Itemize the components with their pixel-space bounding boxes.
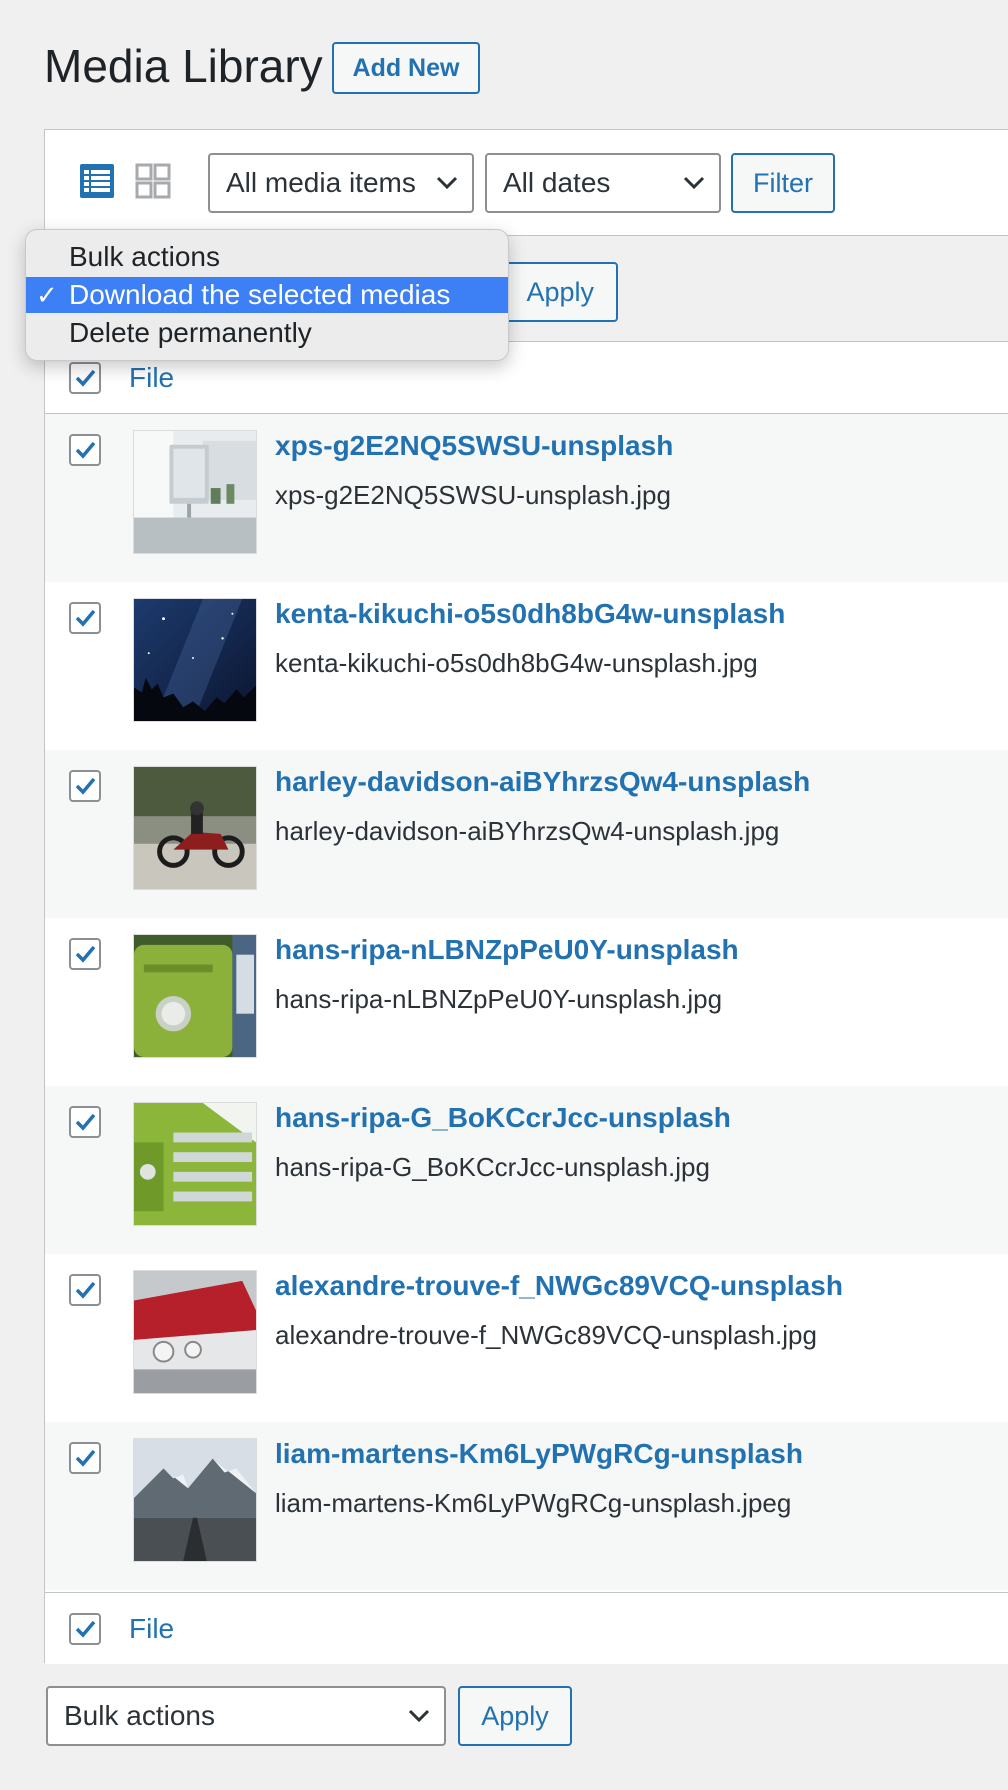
row-checkbox[interactable] bbox=[69, 434, 101, 466]
table-row: harley-davidson-aiBYhrzsQw4-unsplash harl… bbox=[45, 750, 1008, 918]
apply-button-bottom[interactable]: Apply bbox=[458, 1686, 572, 1746]
page-title: Media Library bbox=[44, 40, 323, 92]
table-row: hans-ripa-nLBNZpPeU0Y-unsplash hans-ripa-… bbox=[45, 918, 1008, 1086]
list-view-icon[interactable] bbox=[79, 163, 115, 199]
date-select[interactable]: All dates bbox=[485, 153, 721, 213]
media-type-select-value: All media items bbox=[226, 167, 416, 198]
row-checkbox[interactable] bbox=[69, 602, 101, 634]
select-all-checkbox-footer[interactable] bbox=[69, 1613, 101, 1645]
media-filename: alexandre-trouve-f_NWGc89VCQ-unsplash.jp… bbox=[275, 1320, 817, 1350]
bulk-actions-dropdown-menu: Bulk actions ✓ Download the selected med… bbox=[25, 229, 509, 361]
media-thumbnail[interactable] bbox=[133, 1438, 257, 1562]
row-checkbox[interactable] bbox=[69, 1274, 101, 1306]
media-thumbnail[interactable] bbox=[133, 430, 257, 554]
media-title-link[interactable]: hans-ripa-nLBNZpPeU0Y-unsplash bbox=[275, 934, 739, 966]
checkmark-icon: ✓ bbox=[36, 280, 58, 310]
table-row: xps-g2E2NQ5SWSU-unsplash xps-g2E2NQ5SWSU-… bbox=[45, 414, 1008, 582]
column-file-sort-link-footer[interactable]: File bbox=[129, 1613, 174, 1645]
apply-button-top[interactable]: Apply bbox=[490, 262, 618, 322]
table-row: liam-martens-Km6LyPWgRCg-unsplash liam-ma… bbox=[45, 1422, 1008, 1590]
filter-button[interactable]: Filter bbox=[731, 153, 835, 213]
media-thumbnail[interactable] bbox=[133, 766, 257, 890]
bulk-option-delete-permanently[interactable]: Delete permanently bbox=[26, 315, 508, 351]
media-title-link[interactable]: liam-martens-Km6LyPWgRCg-unsplash bbox=[275, 1438, 803, 1470]
chevron-down-icon bbox=[408, 1709, 430, 1723]
bulk-option-label: Bulk actions bbox=[69, 241, 220, 272]
bulk-option-label: Download the selected medias bbox=[69, 279, 451, 310]
bulk-option-bulk-actions[interactable]: Bulk actions bbox=[26, 239, 508, 275]
media-thumbnail[interactable] bbox=[133, 1270, 257, 1394]
add-new-button[interactable]: Add New bbox=[332, 42, 480, 94]
row-checkbox[interactable] bbox=[69, 938, 101, 970]
media-type-select[interactable]: All media items bbox=[208, 153, 474, 213]
media-filename: hans-ripa-G_BoKCcrJcc-unsplash.jpg bbox=[275, 1152, 710, 1182]
bulk-actions-select-value: Bulk actions bbox=[64, 1700, 215, 1731]
table-row: alexandre-trouve-f_NWGc89VCQ-unsplashale… bbox=[45, 1254, 1008, 1422]
media-filename: liam-martens-Km6LyPWgRCg-unsplash.jpeg bbox=[275, 1488, 792, 1518]
select-all-checkbox[interactable] bbox=[69, 362, 101, 394]
table-footer: File bbox=[45, 1592, 1008, 1664]
media-thumbnail[interactable] bbox=[133, 1102, 257, 1226]
media-title-link[interactable]: kenta-kikuchi-o5s0dh8bG4w-unsplash bbox=[275, 598, 785, 630]
chevron-down-icon bbox=[683, 176, 705, 190]
media-title-link[interactable]: alexandre-trouve-f_NWGc89VCQ-unsplash bbox=[275, 1270, 843, 1302]
media-title-link[interactable]: hans-ripa-G_BoKCcrJcc-unsplash bbox=[275, 1102, 731, 1134]
bulk-option-download[interactable]: ✓ Download the selected medias bbox=[26, 277, 508, 313]
grid-view-icon[interactable] bbox=[135, 163, 171, 199]
media-thumbnail[interactable] bbox=[133, 934, 257, 1058]
media-title-link[interactable]: harley-davidson-aiBYhrzsQw4-unsplash bbox=[275, 766, 810, 798]
media-title-link[interactable]: xps-g2E2NQ5SWSU-unsplash bbox=[275, 430, 673, 462]
filter-toolbar: All media items All dates Filter bbox=[45, 130, 1008, 236]
chevron-down-icon bbox=[436, 176, 458, 190]
row-checkbox[interactable] bbox=[69, 770, 101, 802]
date-select-value: All dates bbox=[503, 167, 611, 198]
bulk-option-label: Delete permanently bbox=[69, 317, 312, 348]
table-row: hans-ripa-G_BoKCcrJcc-unsplash hans-ripa-… bbox=[45, 1086, 1008, 1254]
table-row: kenta-kikuchi-o5s0dh8bG4w-unsplash kenta-… bbox=[45, 582, 1008, 750]
column-file-sort-link[interactable]: File bbox=[129, 362, 174, 394]
media-filename: xps-g2E2NQ5SWSU-unsplash.jpg bbox=[275, 480, 671, 510]
media-thumbnail[interactable] bbox=[133, 598, 257, 722]
media-filename: kenta-kikuchi-o5s0dh8bG4w-unsplash.jpg bbox=[275, 648, 758, 678]
row-checkbox[interactable] bbox=[69, 1106, 101, 1138]
row-checkbox[interactable] bbox=[69, 1442, 101, 1474]
bulk-actions-select-bottom[interactable]: Bulk actions bbox=[46, 1686, 446, 1746]
media-filename: harley-davidson-aiBYhrzsQw4-unsplash.jpg bbox=[275, 816, 780, 846]
media-filename: hans-ripa-nLBNZpPeU0Y-unsplash.jpg bbox=[275, 984, 723, 1014]
